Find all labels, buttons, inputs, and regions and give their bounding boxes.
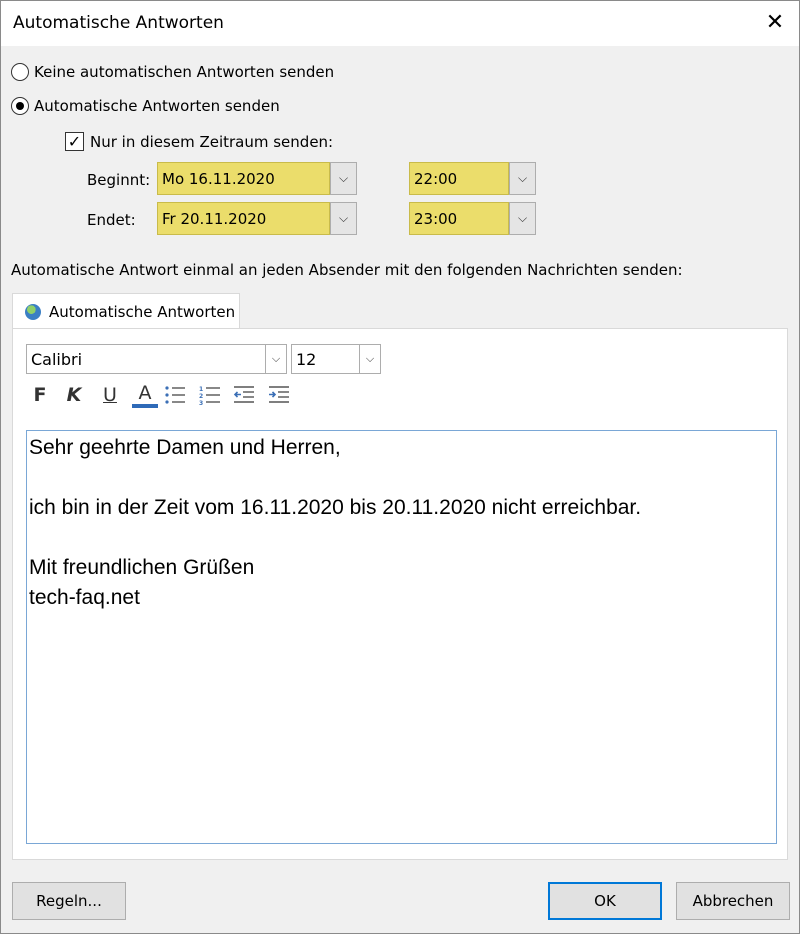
chevron-down-icon[interactable]: ⌵ (509, 202, 536, 235)
message-line (29, 523, 774, 553)
bullet-list-icon[interactable] (162, 382, 188, 408)
chevron-down-icon[interactable]: ⌵ (265, 345, 286, 373)
checkbox-label: Nur in diesem Zeitraum senden: (90, 132, 334, 151)
radio-circle[interactable] (11, 63, 29, 81)
tab-label: Automatische Antworten (49, 302, 236, 321)
message-line: tech-faq.net (29, 586, 140, 609)
end-time-picker[interactable]: 23:00 ⌵ (409, 202, 536, 235)
globe-icon (25, 303, 41, 320)
time-range-checkbox[interactable]: ✓ Nur in diesem Zeitraum senden: (65, 132, 333, 151)
radio-circle-selected[interactable] (11, 97, 29, 115)
tab-auto-replies[interactable]: Automatische Antworten (12, 293, 240, 329)
rules-button[interactable]: Regeln... (12, 882, 126, 920)
radio-no-auto-reply[interactable]: Keine automatischen Antworten senden (11, 63, 334, 81)
svg-text:2: 2 (199, 393, 203, 400)
cancel-button[interactable]: Abbrechen (676, 882, 790, 920)
chevron-down-icon[interactable]: ⌵ (330, 202, 357, 235)
start-time-picker[interactable]: 22:00 ⌵ (409, 162, 536, 195)
radio-label: Keine automatischen Antworten senden (34, 63, 335, 81)
underline-button[interactable]: U (97, 382, 123, 408)
chevron-down-icon[interactable]: ⌵ (330, 162, 357, 195)
title-bar: Automatische Antworten ✕ (1, 1, 799, 46)
italic-button[interactable]: K (61, 382, 87, 408)
message-line: Sehr geehrte Damen und Herren, (29, 436, 341, 459)
font-family-value[interactable]: Calibri (27, 345, 265, 373)
end-time-value[interactable]: 23:00 (409, 202, 509, 235)
ok-button[interactable]: OK (548, 882, 662, 920)
start-time-value[interactable]: 22:00 (409, 162, 509, 195)
bold-button[interactable]: F (27, 382, 53, 408)
dialog-title: Automatische Antworten (13, 13, 224, 33)
svg-text:3: 3 (199, 400, 203, 405)
auto-reply-dialog: Automatische Antworten ✕ Keine automatis… (0, 0, 800, 934)
message-editor[interactable]: Sehr geehrte Damen und Herren, ich bin i… (26, 430, 777, 844)
increase-indent-icon[interactable] (266, 382, 292, 408)
chevron-down-icon[interactable]: ⌵ (509, 162, 536, 195)
chevron-down-icon[interactable]: ⌵ (359, 345, 380, 373)
font-family-select[interactable]: Calibri ⌵ (26, 344, 287, 374)
numbered-list-icon[interactable]: 123 (197, 382, 223, 408)
start-date-value[interactable]: Mo 16.11.2020 (157, 162, 330, 195)
close-icon[interactable]: ✕ (759, 7, 791, 39)
svg-text:1: 1 (199, 386, 203, 393)
end-date-value[interactable]: Fr 20.11.2020 (157, 202, 330, 235)
end-label: Endet: (87, 211, 136, 229)
radio-send-auto-reply[interactable]: Automatische Antworten senden (11, 97, 280, 115)
checkbox-checked[interactable]: ✓ (65, 132, 84, 151)
end-date-picker[interactable]: Fr 20.11.2020 ⌵ (157, 202, 357, 235)
start-label: Beginnt: (87, 171, 151, 189)
radio-label: Automatische Antworten senden (34, 97, 280, 115)
message-line: Mit freundlichen Grüßen (29, 556, 255, 579)
description-text: Automatische Antwort einmal an jeden Abs… (11, 261, 683, 279)
start-date-picker[interactable]: Mo 16.11.2020 ⌵ (157, 162, 357, 195)
font-size-select[interactable]: 12 ⌵ (291, 344, 381, 374)
decrease-indent-icon[interactable] (231, 382, 257, 408)
font-size-value[interactable]: 12 (292, 345, 359, 373)
font-color-button[interactable]: A (132, 382, 158, 408)
message-line: ich bin in der Zeit vom 16.11.2020 bis 2… (29, 496, 642, 519)
message-line (29, 463, 774, 493)
